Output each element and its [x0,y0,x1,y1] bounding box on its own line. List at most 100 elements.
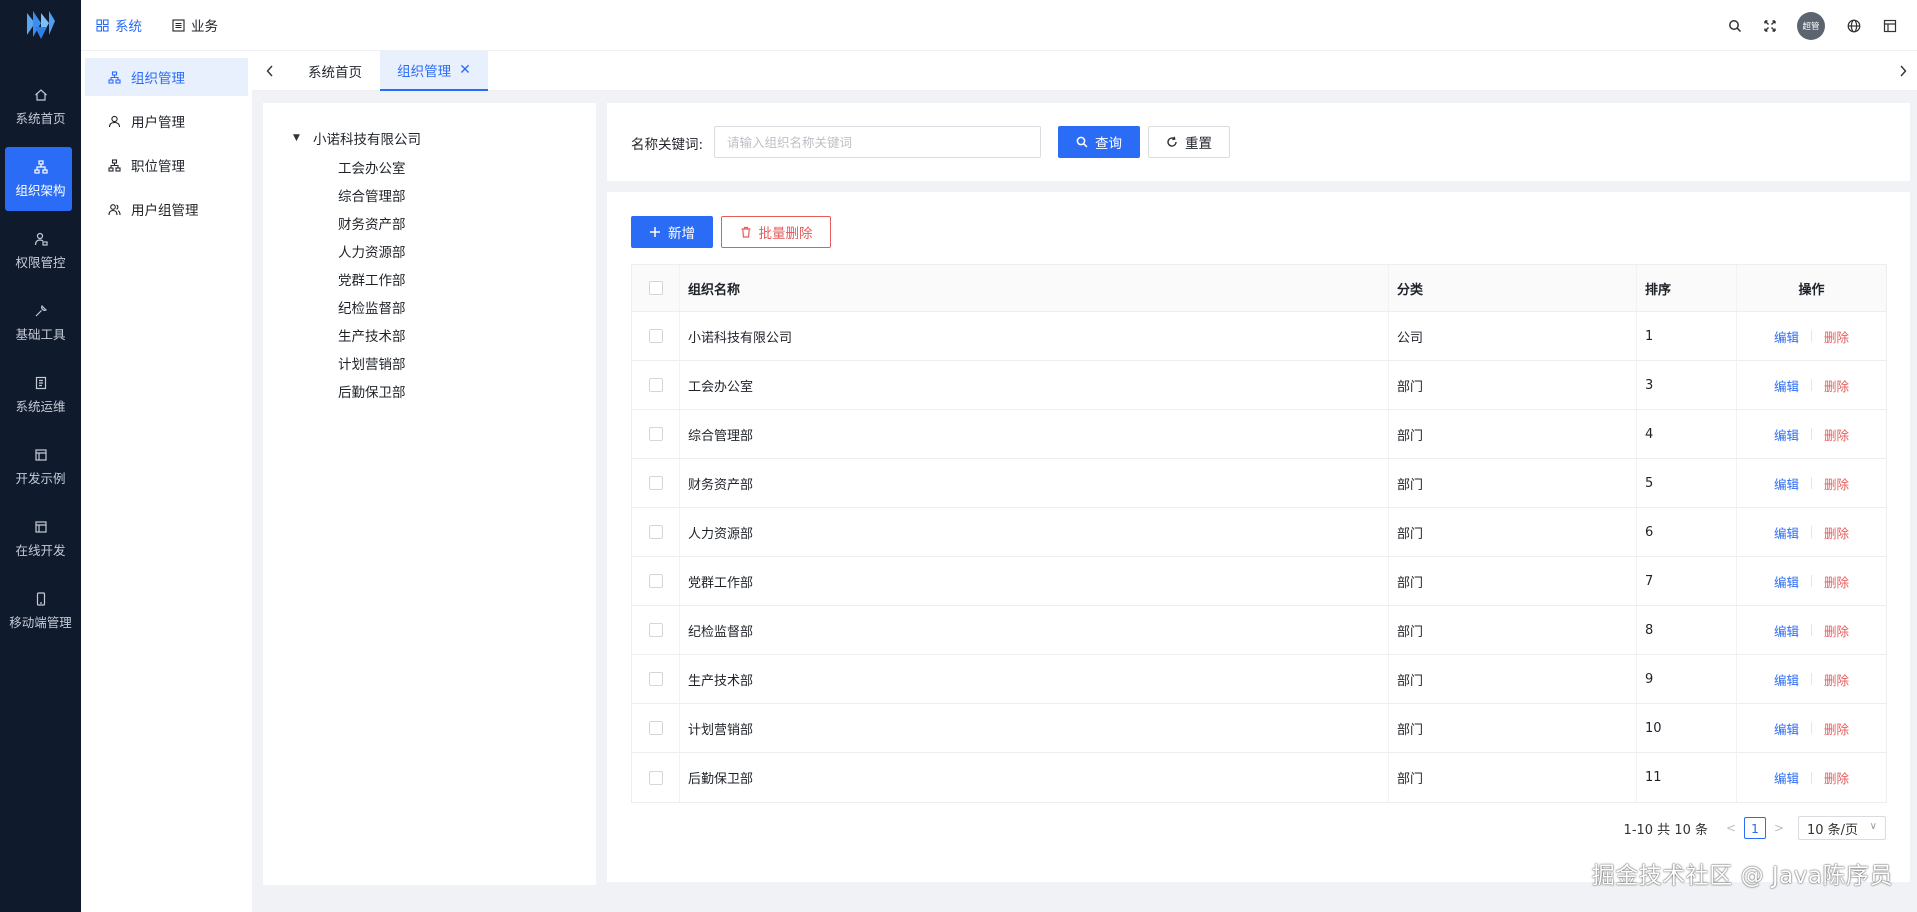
next-page-icon[interactable]: > [1770,821,1788,835]
delete-link[interactable]: 删除 [1824,327,1849,346]
tree-node[interactable]: 工会办公室 [338,157,406,177]
prev-page-icon[interactable]: < [1722,821,1740,835]
row-checkbox[interactable] [648,574,663,588]
rail-item-home[interactable]: 系统首页 [0,71,81,143]
tree-node[interactable]: 人力资源部 [338,241,406,261]
row-checkbox[interactable] [648,770,663,785]
submenu-item-position[interactable]: 职位管理 [85,146,248,184]
cell-ops: 编辑 删除 [1737,508,1886,556]
edit-link[interactable]: 编辑 [1774,523,1799,542]
tab-label: 组织管理 [397,64,452,80]
row-checkbox[interactable] [648,427,663,441]
globe-icon[interactable] [1846,18,1862,34]
tree-node[interactable]: 计划营销部 [338,353,406,373]
search-panel: 名称关键词: 查询 重置 [607,103,1910,181]
tree-node[interactable]: 后勤保卫部 [338,381,406,401]
topnav-item-system[interactable]: 系统 [96,15,142,35]
tree-node[interactable]: 财务资产部 [338,213,406,233]
delete-link[interactable]: 删除 [1824,474,1849,493]
row-checkbox[interactable] [648,476,663,490]
submenu-label: 组织管理 [131,71,185,87]
delete-link[interactable]: 删除 [1824,523,1849,542]
table-row: 计划营销部 部门 10 编辑 删除 [632,704,1886,753]
table-row: 党群工作部 部门 7 编辑 删除 [632,557,1886,606]
table-row: 纪检监督部 部门 8 编辑 删除 [632,606,1886,655]
rail-item-examples[interactable]: 开发示例 [0,431,81,503]
reset-button[interactable]: 重置 [1148,126,1230,158]
fullscreen-icon[interactable] [1762,18,1778,34]
batch-delete-label: 批量删除 [758,226,813,242]
edit-link[interactable]: 编辑 [1774,670,1799,689]
app-logo[interactable] [0,0,81,50]
batch-delete-button[interactable]: 批量删除 [721,216,831,248]
rail-item-permission[interactable]: 权限管控 [0,215,81,287]
tree-node[interactable]: 综合管理部 [338,185,406,205]
cell-sort: 8 [1637,606,1737,654]
topnav-item-business[interactable]: 业务 [172,15,218,35]
table-panel: 新增 批量删除 组织名称 分类 排序 操作 小诺科技有限公司 公司 1 编辑 删除… [607,192,1910,882]
edit-link[interactable]: 编辑 [1774,376,1799,395]
divider [1811,477,1812,489]
avatar[interactable]: 超管 [1797,11,1825,40]
row-checkbox[interactable] [648,672,663,686]
rail-item-tools[interactable]: 基础工具 [0,287,81,359]
edit-link[interactable]: 编辑 [1774,719,1799,738]
delete-link[interactable]: 删除 [1824,572,1849,591]
delete-link[interactable]: 删除 [1824,621,1849,640]
query-button[interactable]: 查询 [1058,126,1140,158]
search-icon[interactable] [1727,18,1743,34]
tree-node[interactable]: 生产技术部 [338,325,406,345]
rail-item-mobile[interactable]: 移动端管理 [0,575,81,647]
edit-link[interactable]: 编辑 [1774,327,1799,346]
row-checkbox[interactable] [648,329,663,343]
tab-scroll-right-icon[interactable] [1893,51,1913,91]
list-icon [172,18,185,32]
submenu-item-user-group[interactable]: 用户组管理 [85,190,248,228]
delete-link[interactable]: 删除 [1824,425,1849,444]
add-button[interactable]: 新增 [631,216,713,248]
page-number-button[interactable]: 1 [1744,817,1766,839]
tab-home[interactable]: 系统首页 [292,51,378,91]
cell-sort: 7 [1637,557,1737,605]
delete-link[interactable]: 删除 [1824,670,1849,689]
row-checkbox[interactable] [648,525,663,539]
submenu-item-user[interactable]: 用户管理 [85,102,248,140]
edit-link[interactable]: 编辑 [1774,768,1799,787]
edit-link[interactable]: 编辑 [1774,425,1799,444]
select-all-checkbox[interactable] [648,281,663,295]
tab-scroll-left-icon[interactable] [260,51,280,91]
submenu-item-org[interactable]: 组织管理 [85,58,248,96]
delete-link[interactable]: 删除 [1824,719,1849,738]
tree-node-root[interactable]: ▼ 小诺科技有限公司 [293,128,421,148]
tree-node[interactable]: 纪检监督部 [338,297,406,317]
header-type: 分类 [1389,265,1637,311]
divider [1811,624,1812,636]
keyword-input[interactable] [714,126,1041,158]
delete-link[interactable]: 删除 [1824,376,1849,395]
page-size-select[interactable]: 10 条/页 ∨ [1798,816,1886,840]
rail-item-org[interactable]: 组织架构 [0,143,81,215]
rail-item-online-dev[interactable]: 在线开发 [0,503,81,575]
tree-node[interactable]: 党群工作部 [338,269,406,289]
row-checkbox[interactable] [648,378,663,392]
edit-link[interactable]: 编辑 [1774,572,1799,591]
table-row: 工会办公室 部门 3 编辑 删除 [632,361,1886,410]
row-checkbox[interactable] [648,721,663,735]
cell-ops: 编辑 删除 [1737,655,1886,703]
rail-item-ops[interactable]: 系统运维 [0,359,81,431]
layout-icon[interactable] [1882,18,1898,34]
grid-icon [96,18,109,32]
edit-link[interactable]: 编辑 [1774,474,1799,493]
rail-item-label: 移动端管理 [9,615,72,630]
home-icon [33,87,49,103]
mobile-icon [33,591,49,607]
delete-link[interactable]: 删除 [1824,768,1849,787]
close-icon[interactable]: ✕ [459,62,471,78]
tab-org-management[interactable]: 组织管理 ✕ [380,51,488,91]
row-checkbox[interactable] [648,623,663,637]
edit-link[interactable]: 编辑 [1774,621,1799,640]
divider [1811,575,1812,587]
caret-down-icon[interactable]: ▼ [293,133,305,143]
cell-type: 部门 [1389,606,1637,654]
cell-name: 纪检监督部 [680,606,1389,654]
